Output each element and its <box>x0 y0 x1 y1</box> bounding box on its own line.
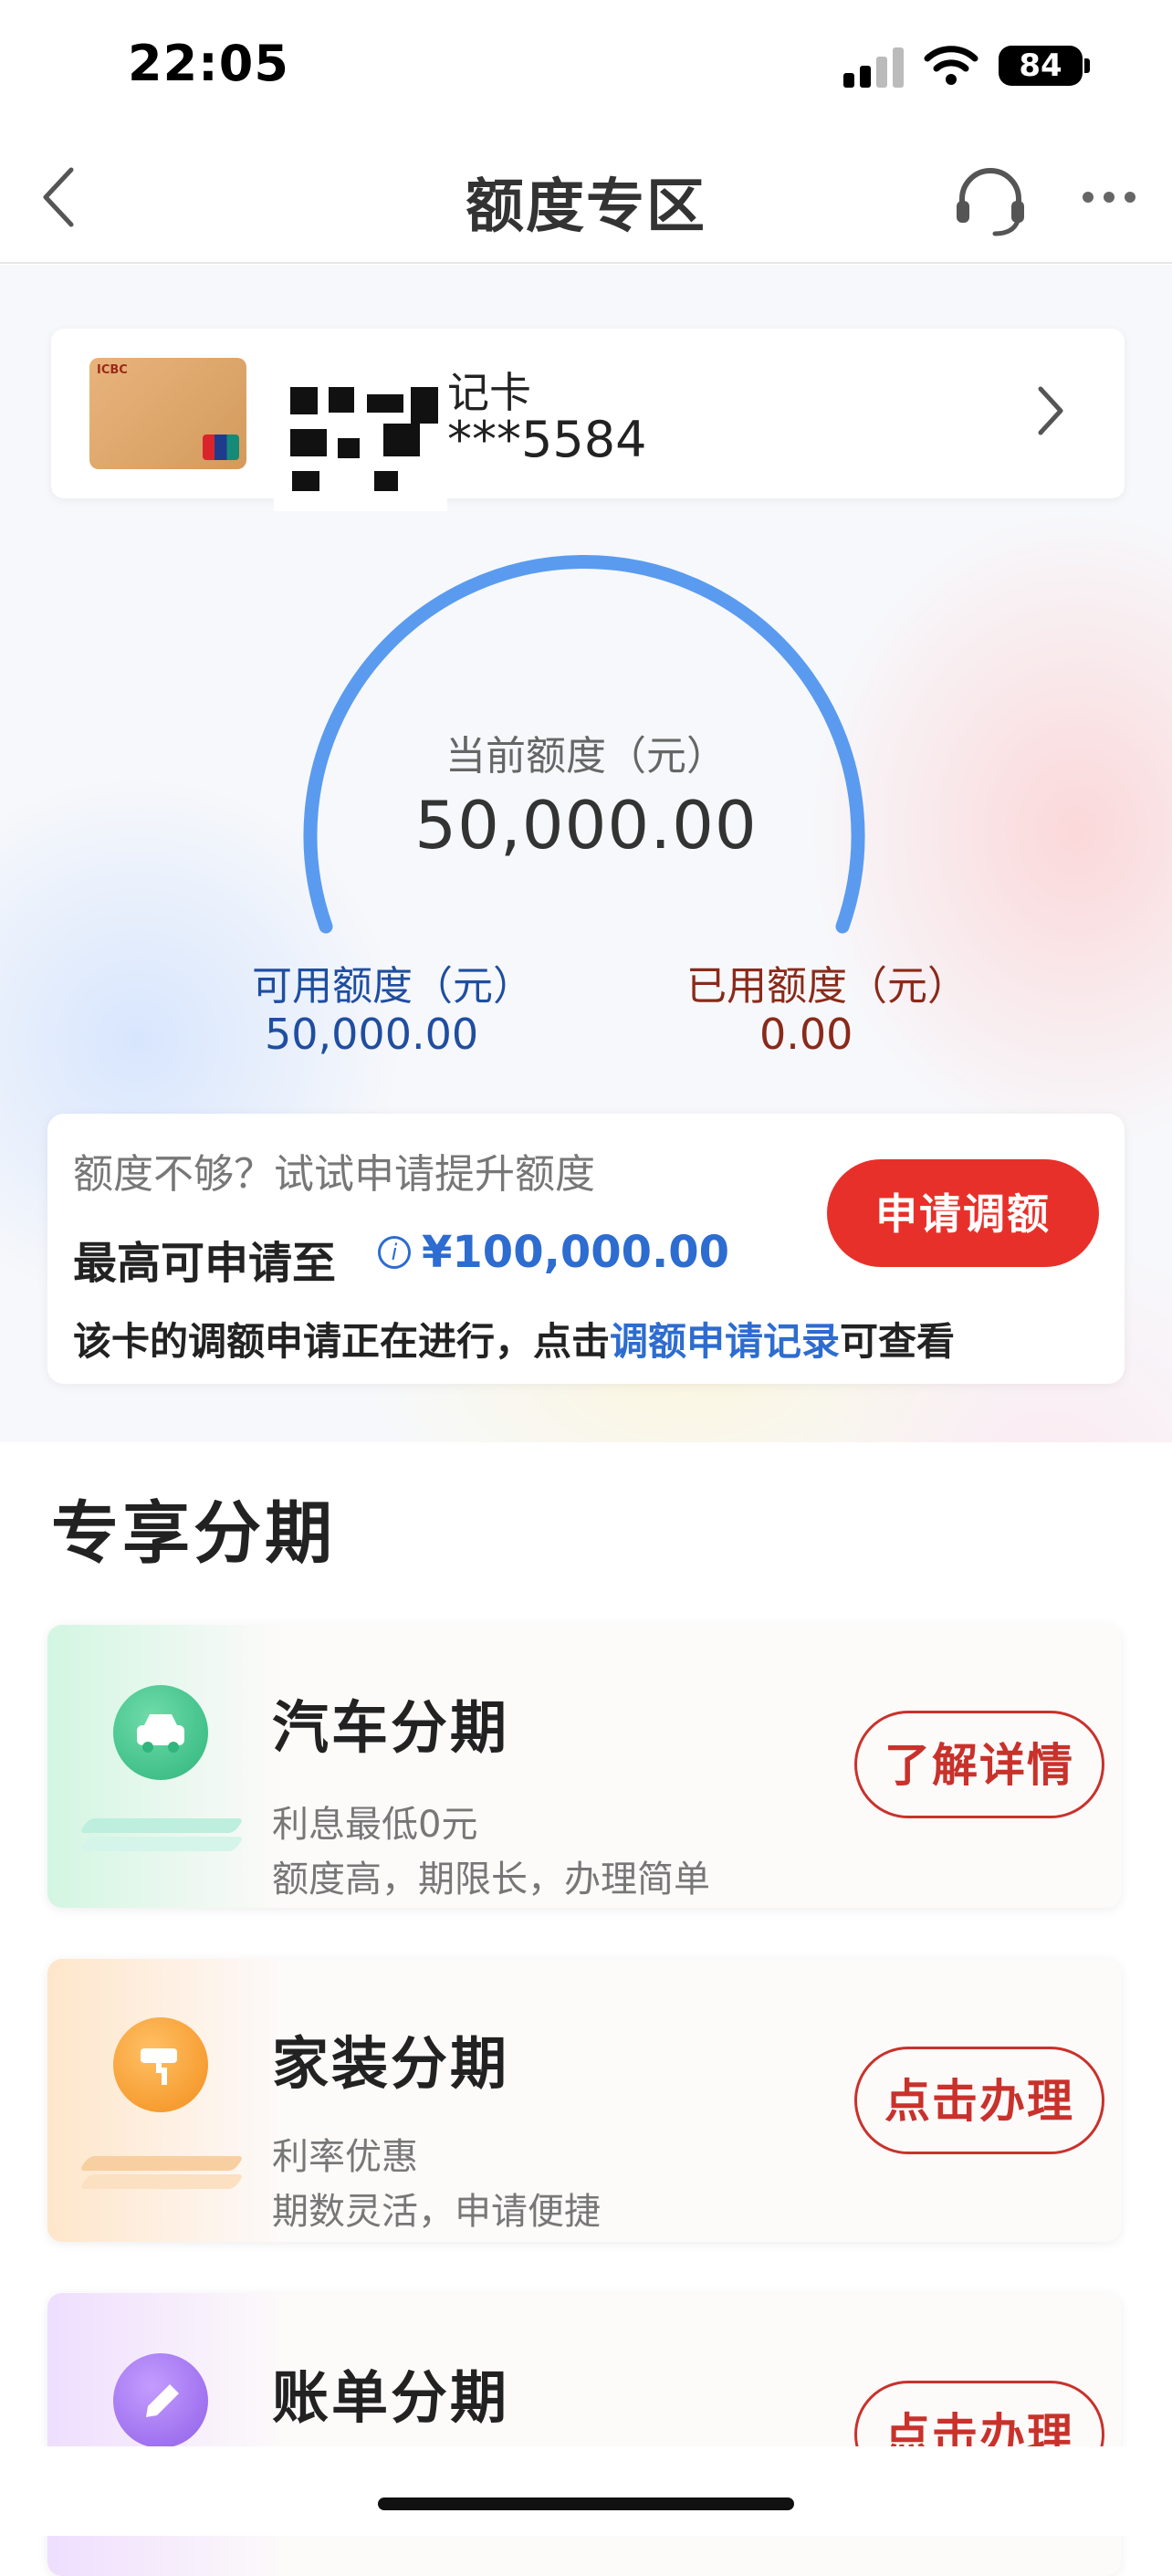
used-limit-label: 已用额度（元） <box>686 963 968 1010</box>
customer-service-icon[interactable] <box>949 161 1031 243</box>
info-icon[interactable]: i <box>378 1236 411 1269</box>
used-limit-value: 0.00 <box>759 1010 853 1059</box>
installment-line1-home: 利率优惠 <box>272 2136 418 2178</box>
available-limit-label: 可用额度（元） <box>252 963 533 1010</box>
chevron-right-icon[interactable] <box>1031 383 1068 438</box>
bank-card-thumbnail: ICBC <box>89 358 246 469</box>
card-name-redacted <box>274 329 447 511</box>
apply-record-link[interactable]: 调额申请记录 <box>610 1319 840 1364</box>
max-apply-value: ¥100,000.00 <box>422 1227 730 1278</box>
apply-adjust-button[interactable]: 申请调额 <box>827 1159 1099 1267</box>
apply-status-prefix: 该卡的调额申请正在进行，点击 <box>73 1319 611 1364</box>
battery-tip <box>1084 58 1090 73</box>
pen-icon <box>113 2353 208 2448</box>
installment-line1-car: 利息最低0元 <box>272 1804 478 1846</box>
car-learn-more-button[interactable]: 了解详情 <box>854 1711 1104 1818</box>
status-time: 22:05 <box>128 35 289 92</box>
current-limit-label: 当前额度（元） <box>445 733 727 780</box>
installment-title-bill: 账单分期 <box>272 2364 510 2431</box>
installment-title-home: 家装分期 <box>272 2030 510 2097</box>
installment-line2-car: 额度高，期限长，办理简单 <box>272 1859 710 1901</box>
car-icon <box>113 1685 208 1780</box>
wifi-icon <box>924 46 978 85</box>
installment-title-car: 汽车分期 <box>272 1694 510 1761</box>
section-title: 专享分期 <box>51 1494 336 1573</box>
current-limit-value: 50,000.00 <box>414 787 758 864</box>
installment-line2-home: 期数灵活，申请便捷 <box>272 2191 601 2233</box>
apply-status-suffix: 可查看 <box>840 1319 956 1364</box>
limit-increase-hint: 额度不够？试试申请提升额度 <box>73 1151 595 1198</box>
nav-divider <box>0 262 1172 264</box>
bottom-safe-area <box>0 2446 1172 2536</box>
home-indicator[interactable] <box>378 2497 794 2510</box>
card-number: ***5584 <box>447 411 647 468</box>
home-apply-button[interactable]: 点击办理 <box>854 2047 1104 2154</box>
more-icon[interactable] <box>1077 183 1141 210</box>
paint-roller-icon <box>113 2017 208 2112</box>
unionpay-logo <box>203 435 239 460</box>
apply-status-text: 该卡的调额申请正在进行，点击调额申请记录可查看 <box>73 1311 955 1367</box>
cellular-signal-icon <box>843 47 907 88</box>
available-limit-value: 50,000.00 <box>265 1010 479 1059</box>
max-apply-label: 最高可申请至 <box>73 1238 337 1289</box>
battery-indicator: 84 <box>999 46 1083 86</box>
icbc-logo: ICBC <box>97 363 128 377</box>
